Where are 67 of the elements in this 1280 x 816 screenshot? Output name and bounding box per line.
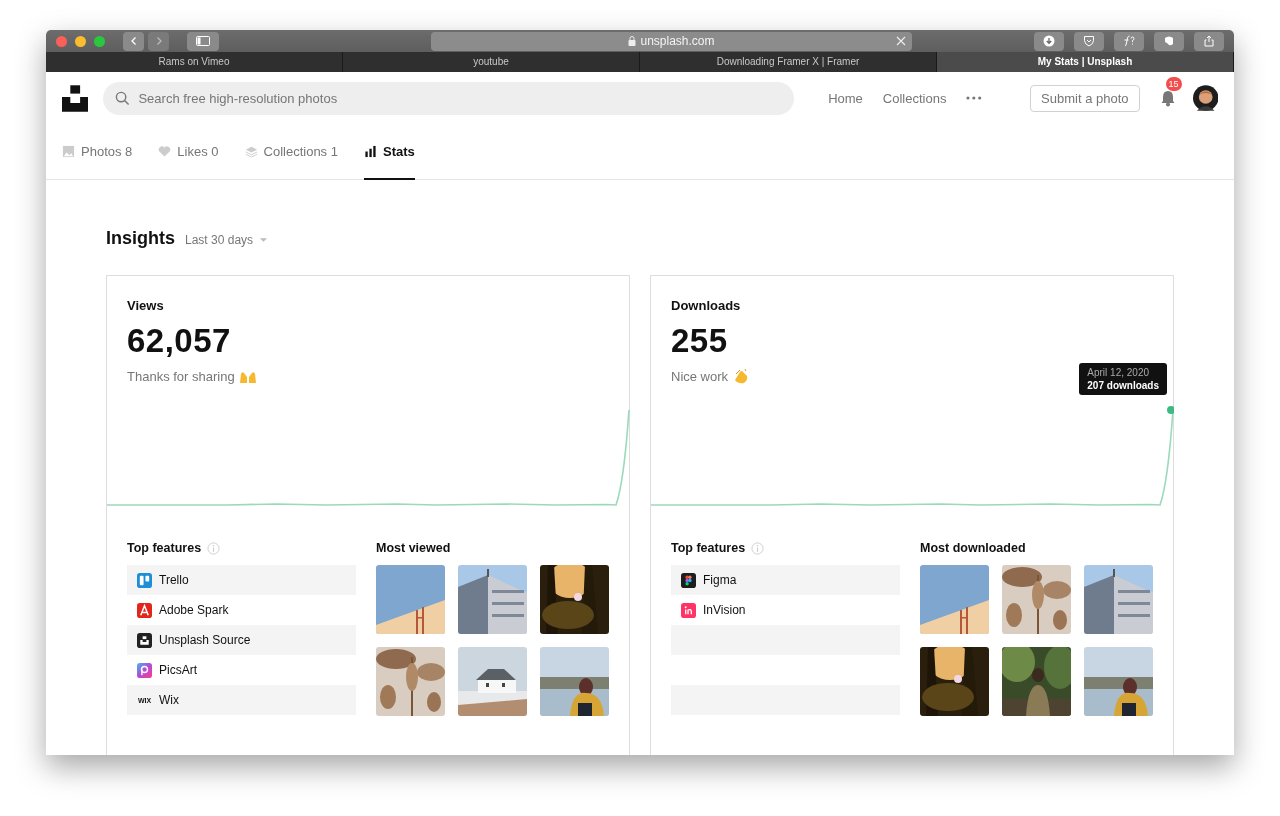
search-icon (115, 90, 131, 106)
feature-name: Figma (703, 573, 737, 587)
more-icon[interactable] (966, 96, 983, 100)
sidebar-button[interactable] (187, 31, 219, 51)
search-field[interactable]: Search free high-resolution photos (103, 81, 795, 115)
notification-badge: 15 (1165, 77, 1182, 91)
image-icon (62, 144, 75, 158)
feature-row[interactable]: Trello (127, 565, 356, 595)
section-title: Most downloaded (920, 541, 1026, 555)
section-title: Top features (127, 541, 202, 555)
download-button[interactable] (1034, 31, 1064, 51)
nav-link[interactable]: Collections (882, 90, 947, 106)
submit-photo-button[interactable]: Submit a photo (1030, 84, 1140, 112)
close-icon[interactable] (896, 36, 906, 46)
feature-name: Unsplash Source (159, 633, 251, 647)
download-icon (1043, 35, 1055, 47)
logo-icon[interactable] (62, 84, 89, 112)
period-dropdown[interactable]: Last 30 days (185, 233, 269, 247)
sidebar-icon (196, 36, 210, 46)
stack-icon (244, 144, 258, 158)
back-button[interactable] (123, 31, 144, 51)
stat-value: 255 (671, 322, 729, 360)
tooltip-date: April 12, 2020 (1087, 367, 1151, 378)
browser-tab[interactable]: My Stats | Unsplash (937, 52, 1234, 72)
caret-icon (259, 237, 269, 243)
feature-name: Trello (159, 573, 189, 587)
profile-tab[interactable]: Photos 8 (62, 124, 133, 180)
feature-name: InVision (703, 603, 746, 617)
card-label: Downloads (671, 298, 742, 313)
stat-value: 62,057 (127, 322, 232, 360)
square-logo-icon (137, 632, 152, 648)
section-title: Top features (671, 541, 746, 555)
address-text: unsplash.com (640, 34, 715, 48)
insights-title: Insights (106, 228, 175, 249)
avatar-icon[interactable] (1192, 85, 1218, 111)
bell-icon[interactable] (1159, 89, 1176, 107)
feature-row[interactable]: PicsArt (127, 655, 356, 685)
feature-row[interactable]: Unsplash Source (127, 625, 356, 655)
shield-button[interactable] (1074, 31, 1104, 51)
board-icon (137, 572, 152, 588)
bar-chart-icon (363, 144, 377, 158)
profile-tab[interactable]: Likes 0 (158, 124, 219, 180)
card-message: Thanks for sharing (127, 368, 235, 384)
lock-icon (628, 36, 637, 46)
spark-logo-icon (137, 602, 152, 618)
tooltip-value: 207 downloads (1087, 380, 1159, 391)
invision-logo-icon (681, 602, 696, 618)
figma-logo-icon (681, 572, 696, 588)
card-label: Views (127, 298, 165, 313)
function-button[interactable] (1114, 31, 1144, 51)
share-button[interactable] (1194, 31, 1224, 51)
feature-row[interactable]: InVision (671, 595, 900, 625)
feature-name: PicsArt (159, 663, 197, 677)
heart-icon (158, 144, 172, 158)
nav-link[interactable]: Home (828, 90, 863, 106)
shield-icon (1083, 35, 1095, 47)
feature-name: Adobe Spark (159, 603, 229, 617)
profile-tab[interactable]: Stats (363, 124, 415, 180)
share-icon (1203, 35, 1215, 47)
card-message: Nice work (671, 368, 729, 384)
window-controls-icon[interactable] (56, 35, 105, 47)
feature-row[interactable]: Adobe Spark (127, 595, 356, 625)
profile-tab[interactable]: Collections 1 (244, 124, 338, 180)
feature-row[interactable]: Figma (671, 565, 900, 595)
picsart-logo-icon (137, 662, 152, 678)
feature-name: Wix (159, 693, 179, 707)
section-title: Most viewed (376, 541, 451, 555)
